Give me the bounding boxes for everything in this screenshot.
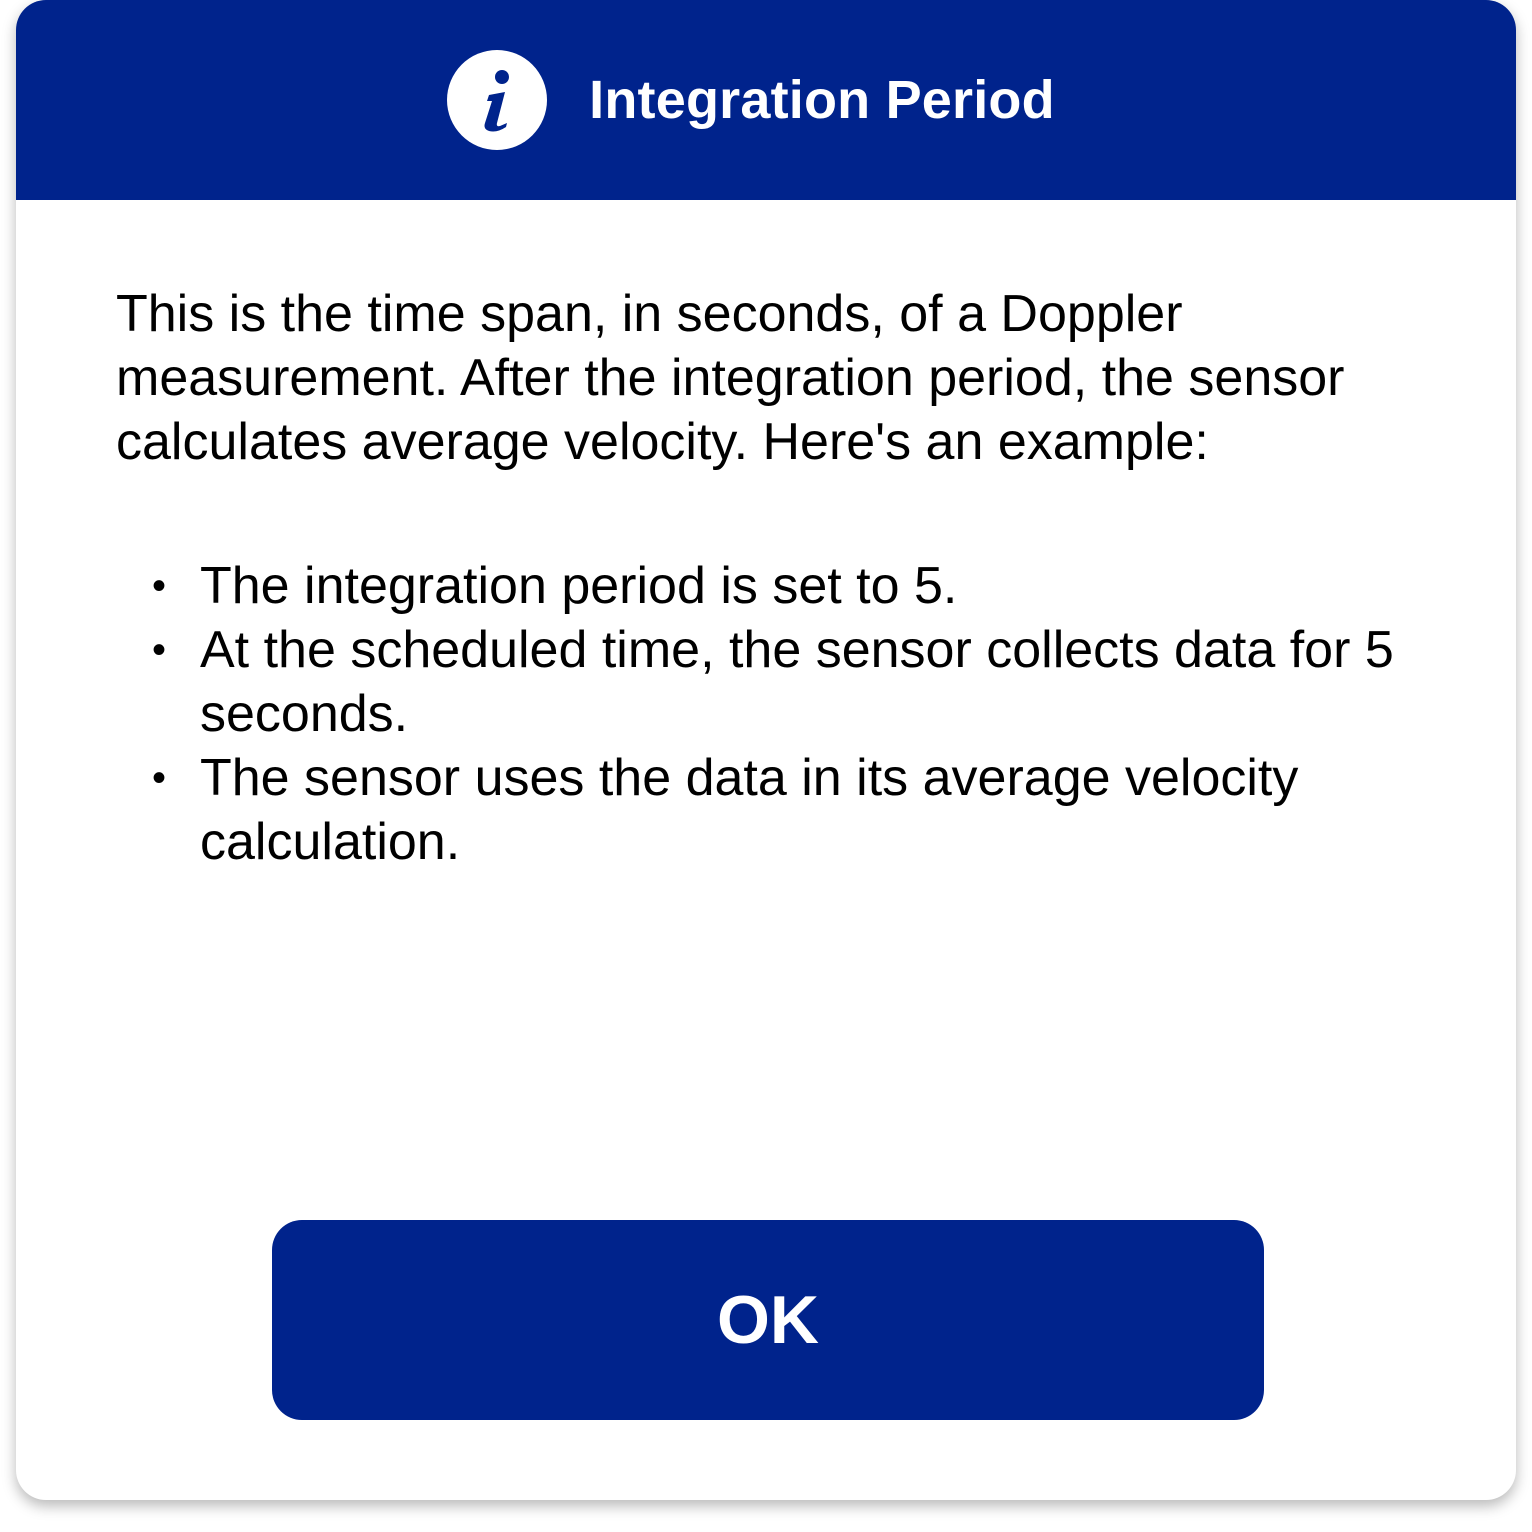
list-item-text: The integration period is set to 5. [200,557,958,615]
list-item: • At the scheduled time, the sensor coll… [116,618,1416,746]
list-item: • The integration period is set to 5. [116,554,1416,618]
intro-text: This is the time span, in seconds, of a … [116,285,1345,471]
list-item: • The sensor uses the data in its averag… [116,746,1416,874]
dialog-body: This is the time span, in seconds, of a … [116,282,1416,874]
dialog-title: Integration Period [589,70,1055,130]
list-item-text: At the scheduled time, the sensor collec… [200,621,1394,743]
bullet-icon: • [152,564,167,608]
ok-button[interactable]: OK [272,1220,1264,1420]
info-dialog: Integration Period This is the time span… [16,0,1516,1500]
dialog-header: Integration Period [16,0,1516,200]
list-item-text: The sensor uses the data in its average … [200,749,1299,871]
info-icon [447,50,548,150]
bullet-icon: • [152,628,167,672]
bullet-icon: • [152,756,167,800]
example-list: • The integration period is set to 5. • … [116,554,1416,874]
